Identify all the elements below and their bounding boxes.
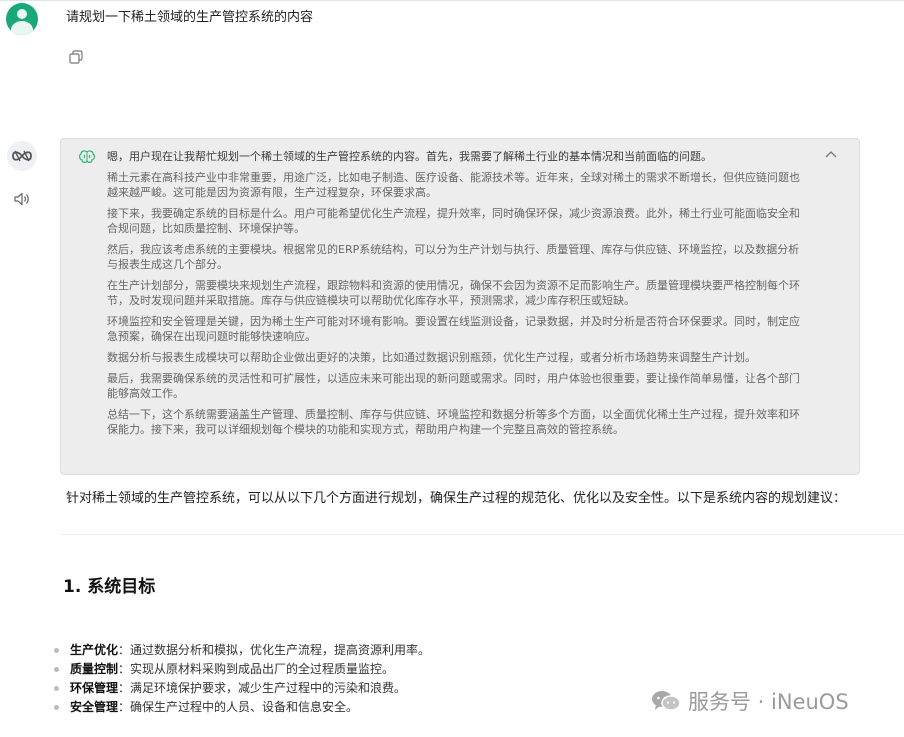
brain-icon bbox=[79, 149, 95, 163]
thinking-panel: 嗯，用户现在让我帮忙规划一个稀土领域的生产管控系统的内容。首先，我需要了解稀土行… bbox=[60, 138, 860, 475]
goal-term: 安全管理 bbox=[70, 700, 119, 714]
speaker-icon[interactable] bbox=[13, 191, 31, 207]
thinking-body: 稀土元素在高科技产业中非常重要，用途广泛，比如电子制造、医疗设备、能源技术等。近… bbox=[107, 170, 807, 443]
watermark-text: 服务号 · iNeuOS bbox=[688, 690, 849, 714]
copy-icon[interactable] bbox=[68, 49, 84, 65]
thinking-paragraph: 在生产计划部分，需要模块来规划生产流程，跟踪物料和资源的使用情况，确保不会因为资… bbox=[107, 279, 800, 307]
bullet-icon bbox=[54, 667, 59, 672]
section-title: 1. 系统目标 bbox=[63, 577, 156, 597]
wechat-icon bbox=[650, 689, 682, 713]
thinking-paragraph: 总结一下，这个系统需要涵盖生产管理、质量控制、库存与供应链、环境监控和数据分析等… bbox=[107, 408, 800, 436]
thinking-paragraph: 最后，我需要确保系统的灵活性和可扩展性，以适应未来可能出现的新问题或需求。同时，… bbox=[107, 372, 800, 400]
divider bbox=[60, 534, 904, 535]
thinking-paragraph: 环境监控和安全管理是关键，因为稀土生产可能对环境有影响。要设置在线监测设备，记录… bbox=[107, 315, 800, 343]
answer-intro: 针对稀土领域的生产管控系统，可以从以下几个方面进行规划，确保生产过程的规范化、优… bbox=[66, 491, 847, 506]
goal-term: 生产优化 bbox=[70, 643, 119, 657]
goal-desc: ：确保生产过程中的人员、设备和信息安全。 bbox=[118, 700, 359, 714]
list-item: 质量控制：实现从原材料采购到成品出厂的全过程质量监控。 bbox=[54, 660, 430, 679]
bot-logo-icon bbox=[7, 141, 37, 171]
list-item: 生产优化：通过数据分析和模拟，优化生产流程，提高资源利用率。 bbox=[54, 641, 430, 660]
user-question: 请规划一下稀土领域的生产管控系统的内容 bbox=[66, 10, 314, 25]
bullet-icon bbox=[54, 648, 59, 653]
goal-term: 质量控制 bbox=[70, 662, 119, 676]
thinking-paragraph: 稀土元素在高科技产业中非常重要，用途广泛，比如电子制造、医疗设备、能源技术等。近… bbox=[107, 171, 800, 199]
watermark: 服务号 · iNeuOS bbox=[650, 686, 849, 716]
thinking-paragraph: 数据分析与报表生成模块可以帮助企业做出更好的决策，比如通过数据识别瓶颈，优化生产… bbox=[107, 351, 756, 364]
goal-desc: ：满足环境保护要求，减少生产过程中的污染和浪费。 bbox=[118, 681, 407, 695]
chevron-up-icon[interactable] bbox=[823, 147, 839, 161]
goal-desc: ：通过数据分析和模拟，优化生产流程，提高资源利用率。 bbox=[118, 643, 431, 657]
bullet-icon bbox=[54, 705, 59, 710]
thinking-first-line: 嗯，用户现在让我帮忙规划一个稀土领域的生产管控系统的内容。首先，我需要了解稀土行… bbox=[107, 150, 712, 163]
thinking-paragraph: 然后，我应该考虑系统的主要模块。根据常见的ERP系统结构，可以分为生产计划与执行… bbox=[107, 243, 800, 271]
thinking-paragraph: 接下来，我要确定系统的目标是什么。用户可能希望优化生产流程，提升效率，同时确保环… bbox=[107, 207, 800, 235]
list-item: 环保管理：满足环境保护要求，减少生产过程中的污染和浪费。 bbox=[54, 679, 430, 698]
top-border bbox=[0, 0, 904, 1]
goal-term: 环保管理 bbox=[70, 681, 119, 695]
goal-desc: ：实现从原材料采购到成品出厂的全过程质量监控。 bbox=[118, 662, 395, 676]
list-item: 安全管理：确保生产过程中的人员、设备和信息安全。 bbox=[54, 698, 430, 717]
goal-list: 生产优化：通过数据分析和模拟，优化生产流程，提高资源利用率。 质量控制：实现从原… bbox=[54, 641, 430, 717]
bullet-icon bbox=[54, 686, 59, 691]
user-avatar-icon bbox=[6, 3, 38, 35]
